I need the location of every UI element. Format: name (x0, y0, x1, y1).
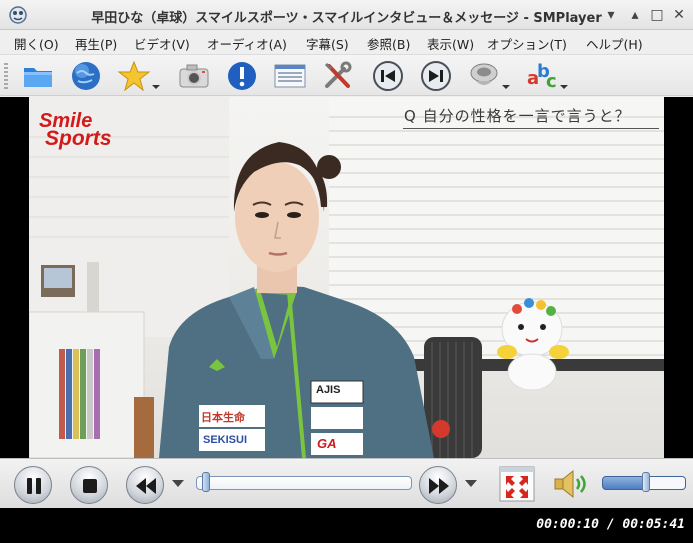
seek-handle[interactable] (202, 472, 211, 492)
control-bar (0, 458, 693, 508)
previous-icon (373, 61, 403, 91)
window-title: 早田ひな（卓球）スマイルスポーツ・スマイルインタビュー＆メッセージ - SMPl… (91, 11, 602, 26)
audio-track-button[interactable] (466, 59, 502, 93)
rewind-dropdown-icon[interactable] (172, 480, 184, 487)
title-bar[interactable]: 早田ひな（卓球）スマイルスポーツ・スマイルインタビュー＆メッセージ - SMPl… (0, 0, 693, 30)
video-frame: Smile Sports Q 自分の性格を一言で言うと？ AJIS 日本生命 S… (29, 97, 664, 458)
menu-browse[interactable]: 参照(B) (367, 34, 410, 53)
menu-options[interactable]: オプション(T) (487, 34, 567, 53)
forward-dropdown-icon[interactable] (465, 480, 477, 487)
seek-bar[interactable] (196, 476, 412, 490)
smplayer-window: 早田ひな（卓球）スマイルスポーツ・スマイルインタビュー＆メッセージ - SMPl… (0, 0, 693, 543)
jacket-sponsor-nissay: 日本生命 (201, 411, 245, 424)
svg-text:c: c (546, 71, 557, 92)
main-toolbar: a b c (0, 54, 693, 96)
forward-icon (429, 478, 449, 494)
info-icon (228, 62, 256, 90)
next-button[interactable] (418, 59, 454, 93)
folder-icon (24, 68, 52, 87)
fullscreen-button[interactable] (499, 466, 535, 502)
toolbar-grip[interactable] (4, 63, 8, 89)
screenshot-camera-icon (179, 64, 209, 88)
playlist-button[interactable] (272, 59, 308, 93)
menu-bar: 開く(O) 再生(P) ビデオ(V) オーディオ(A) 字幕(S) 参照(B) … (0, 30, 693, 54)
jacket-sponsor-ajis: AJIS (316, 384, 341, 396)
favorites-button[interactable] (116, 59, 152, 93)
jacket-sponsor-sekisui: SEKISUI (203, 434, 248, 446)
menu-video[interactable]: ビデオ(V) (134, 34, 190, 53)
open-file-button[interactable] (20, 59, 56, 93)
audio-track-icon (470, 63, 498, 85)
menu-open[interactable]: 開く(O) (14, 34, 59, 53)
globe-icon (72, 62, 100, 90)
favorites-dropdown-icon[interactable] (152, 85, 160, 89)
rewind-icon (136, 478, 156, 494)
preferences-button[interactable] (320, 59, 356, 93)
subtitles-button[interactable]: a b c (524, 59, 560, 93)
preferences-tools-icon (324, 61, 352, 88)
pause-button[interactable] (14, 466, 52, 504)
shade-button[interactable]: ▴ (626, 6, 644, 24)
volume-speaker-icon[interactable] (551, 467, 591, 501)
question-underline (403, 128, 659, 129)
fullscreen-icon (499, 466, 535, 502)
menu-help[interactable]: ヘルプ(H) (586, 34, 643, 53)
video-display[interactable]: Smile Sports Q 自分の性格を一言で言うと？ AJIS 日本生命 S… (0, 97, 693, 458)
minimize-button[interactable]: ▾ (602, 6, 620, 24)
favorites-star-icon (117, 60, 151, 92)
menu-play[interactable]: 再生(P) (75, 34, 117, 53)
rewind-button[interactable] (126, 466, 164, 504)
audio-track-dropdown-icon[interactable] (502, 85, 510, 89)
status-bar: 00:00:10 / 00:05:41 (0, 508, 693, 543)
menu-view[interactable]: 表示(W) (427, 34, 474, 53)
maximize-button[interactable]: □ (648, 6, 666, 24)
time-display: 00:00:10 / 00:05:41 (536, 517, 685, 532)
interview-question-caption: Q 自分の性格を一言で言うと？ (404, 107, 631, 125)
volume-slider-empty (645, 477, 685, 489)
next-icon (421, 61, 451, 91)
stop-button[interactable] (70, 466, 108, 504)
smile-sports-logo-line2: Sports (45, 127, 112, 150)
menu-audio[interactable]: オーディオ(A) (207, 34, 287, 53)
close-button[interactable]: ✕ (670, 6, 688, 24)
volume-handle[interactable] (641, 472, 650, 492)
jacket-sponsor-ga: GA (317, 436, 337, 451)
playlist-icon (274, 64, 306, 88)
subtitle-abc-icon: a b c (527, 61, 557, 92)
previous-button[interactable] (370, 59, 406, 93)
subtitles-dropdown-icon[interactable] (560, 85, 568, 89)
screenshot-button[interactable] (176, 59, 212, 93)
video-scene (29, 97, 664, 458)
info-button[interactable] (224, 59, 260, 93)
stop-icon (83, 479, 97, 493)
forward-button[interactable] (419, 466, 457, 504)
menu-subtitles[interactable]: 字幕(S) (306, 34, 349, 53)
open-url-button[interactable] (68, 59, 104, 93)
pause-icon (27, 478, 41, 494)
